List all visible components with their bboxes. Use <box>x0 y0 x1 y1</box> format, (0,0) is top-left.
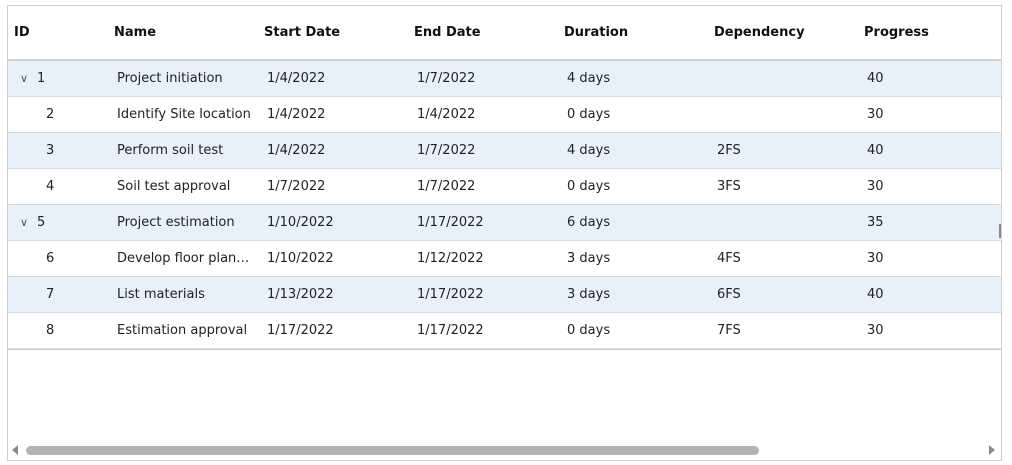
cell-duration: 0 days <box>567 107 611 122</box>
chevron-down-icon[interactable]: ∨ <box>20 61 28 96</box>
cell-id: 7 <box>46 287 55 302</box>
tree-grid: ID Name Start Date End Date Duration Dep… <box>7 5 1002 461</box>
table-row[interactable]: 2 Identify Site location 1/4/2022 1/4/2022 0… <box>8 97 1001 133</box>
table-row[interactable]: 6 Develop floor plan f... 1/10/2022 1/12/20… <box>8 241 1001 277</box>
cell-duration: 4 days <box>567 71 611 86</box>
cell-end-date: 1/17/2022 <box>417 287 484 302</box>
cell-id: 8 <box>46 323 55 338</box>
cell-start-date: 1/10/2022 <box>267 251 334 266</box>
grid-body-divider <box>8 349 1001 350</box>
cell-duration: 6 days <box>567 215 611 230</box>
cell-name: Project initiation <box>117 71 223 86</box>
column-header-end-date[interactable]: End Date <box>414 6 481 59</box>
column-header-name[interactable]: Name <box>114 6 156 59</box>
cell-name: Soil test approval <box>117 179 231 194</box>
cell-progress: 30 <box>867 179 884 194</box>
cell-name: Identify Site location <box>117 107 251 122</box>
cell-dependency: 6FS <box>717 287 741 302</box>
grid-body: ∨ 1 Project initiation 1/4/2022 1/7/2022 4 da… <box>8 61 1001 349</box>
cell-name: List materials <box>117 287 205 302</box>
cell-duration: 4 days <box>567 143 611 158</box>
chevron-down-icon[interactable]: ∨ <box>20 205 28 240</box>
column-header-start-date[interactable]: Start Date <box>264 6 340 59</box>
table-row[interactable]: ∨ 5 Project estimation 1/10/2022 1/17/2022 6 … <box>8 205 1001 241</box>
cell-start-date: 1/4/2022 <box>267 143 326 158</box>
cell-progress: 35 <box>867 215 884 230</box>
table-row[interactable]: 7 List materials 1/13/2022 1/17/2022 3 days 6… <box>8 277 1001 313</box>
cell-id: 3 <box>46 143 55 158</box>
cell-end-date: 1/7/2022 <box>417 179 476 194</box>
cell-name: Perform soil test <box>117 143 224 158</box>
cell-progress: 30 <box>867 251 884 266</box>
cell-end-date: 1/17/2022 <box>417 323 484 338</box>
cell-progress: 40 <box>867 143 884 158</box>
cell-dependency: 7FS <box>717 323 741 338</box>
cell-duration: 3 days <box>567 251 611 266</box>
arrow-left-icon[interactable] <box>12 445 18 455</box>
cell-start-date: 1/13/2022 <box>267 287 334 302</box>
column-header-id[interactable]: ID <box>14 6 30 59</box>
cell-name: Develop floor plan f... <box>117 251 252 266</box>
cell-name: Estimation approval <box>117 323 248 338</box>
cell-duration: 0 days <box>567 179 611 194</box>
column-header-progress[interactable]: Progress <box>864 6 929 59</box>
arrow-right-icon[interactable] <box>989 445 995 455</box>
table-row[interactable]: 8 Estimation approval 1/17/2022 1/17/2022 0 … <box>8 313 1001 349</box>
cell-start-date: 1/7/2022 <box>267 179 326 194</box>
horizontal-scroll-thumb[interactable] <box>26 446 759 455</box>
cell-duration: 0 days <box>567 323 611 338</box>
cell-id: 6 <box>46 251 55 266</box>
cell-dependency: 2FS <box>717 143 741 158</box>
column-header-duration[interactable]: Duration <box>564 6 628 59</box>
cell-progress: 40 <box>867 71 884 86</box>
cell-end-date: 1/12/2022 <box>417 251 484 266</box>
cell-id: 5 <box>37 215 46 230</box>
cell-end-date: 1/17/2022 <box>417 215 484 230</box>
table-row[interactable]: 3 Perform soil test 1/4/2022 1/7/2022 4 days… <box>8 133 1001 169</box>
cell-end-date: 1/4/2022 <box>417 107 476 122</box>
cell-progress: 30 <box>867 107 884 122</box>
cell-dependency: 4FS <box>717 251 741 266</box>
cell-end-date: 1/7/2022 <box>417 71 476 86</box>
cell-end-date: 1/7/2022 <box>417 143 476 158</box>
cell-start-date: 1/4/2022 <box>267 107 326 122</box>
cell-start-date: 1/17/2022 <box>267 323 334 338</box>
vertical-scroll-thumb[interactable] <box>999 224 1001 238</box>
cell-start-date: 1/10/2022 <box>267 215 334 230</box>
grid-header: ID Name Start Date End Date Duration Dep… <box>8 6 1001 61</box>
column-header-dependency[interactable]: Dependency <box>714 6 805 59</box>
table-row[interactable]: 4 Soil test approval 1/7/2022 1/7/2022 0 day… <box>8 169 1001 205</box>
cell-id: 4 <box>46 179 55 194</box>
horizontal-scrollbar[interactable] <box>8 439 1001 460</box>
cell-id: 2 <box>46 107 55 122</box>
cell-start-date: 1/4/2022 <box>267 71 326 86</box>
cell-progress: 30 <box>867 323 884 338</box>
table-row[interactable]: ∨ 1 Project initiation 1/4/2022 1/7/2022 4 da… <box>8 61 1001 97</box>
cell-id: 1 <box>37 71 46 86</box>
cell-dependency: 3FS <box>717 179 741 194</box>
cell-duration: 3 days <box>567 287 611 302</box>
cell-name: Project estimation <box>117 215 235 230</box>
cell-progress: 40 <box>867 287 884 302</box>
